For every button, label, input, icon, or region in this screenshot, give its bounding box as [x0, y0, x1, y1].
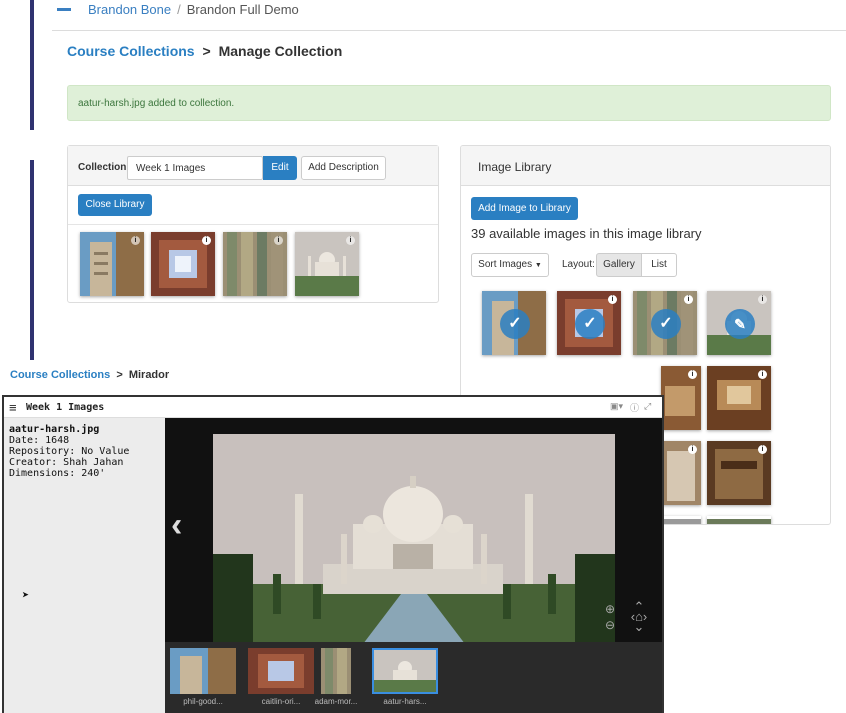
- sort-images-dropdown[interactable]: Sort Images ▼: [471, 253, 549, 277]
- breadcrumb-course-collections[interactable]: Course Collections: [67, 43, 195, 59]
- close-library-button[interactable]: Close Library: [78, 194, 152, 216]
- info-icon[interactable]: i: [758, 370, 767, 379]
- metadata-creator: Creator: Shah Jahan: [9, 457, 124, 468]
- strip-thumb-column[interactable]: [170, 648, 236, 694]
- partial-image: [707, 519, 771, 524]
- metadata-panel: aatur-harsh.jpg Date: 1648 Repository: N…: [4, 418, 165, 713]
- breadcrumb-separator: /: [177, 2, 181, 17]
- mirador-breadcrumb: Course Collections > Mirador: [10, 369, 169, 381]
- collection-panel: Collection Week 1 Images Edit Add Descri…: [67, 145, 439, 303]
- strip-thumb-taj-mahal-selected[interactable]: [372, 648, 438, 694]
- info-icon[interactable]: i: [608, 295, 617, 304]
- partial-image: [661, 519, 701, 524]
- taj-mahal-image: [374, 650, 436, 692]
- divider: [52, 30, 846, 31]
- checkmark-icon: ✓: [500, 309, 530, 339]
- breadcrumb-current: Manage Collection: [218, 43, 343, 59]
- strip-thumb-building[interactable]: [321, 648, 351, 694]
- library-thumb-hall[interactable]: i: [661, 366, 701, 430]
- top-breadcrumb-second: Brandon Full Demo: [186, 2, 299, 17]
- library-thumb-building[interactable]: i ✓: [633, 291, 697, 355]
- library-thumb-temple-b[interactable]: i: [707, 441, 771, 505]
- courtyard-image: [248, 648, 314, 694]
- left-nav-bar: [30, 0, 34, 130]
- info-icon[interactable]: i: [758, 295, 767, 304]
- info-icon[interactable]: i: [688, 445, 697, 454]
- info-icon[interactable]: i: [758, 445, 767, 454]
- strip-label: aatur-hars...: [383, 697, 427, 706]
- library-thumb-partial[interactable]: [707, 516, 771, 524]
- metadata-dimensions: Dimensions: 240': [9, 468, 106, 479]
- zoom-out-icon[interactable]: ⊖: [605, 618, 615, 632]
- mirador-viewer-window: ≡ Week 1 Images ▣▾ ⓘ ⤢ aatur-harsh.jpg D…: [2, 395, 664, 713]
- success-alert: aatur-harsh.jpg added to collection.: [67, 85, 831, 121]
- collection-thumb-taj-mahal[interactable]: i: [295, 232, 359, 296]
- top-breadcrumb: Brandon Bone / Brandon Full Demo: [88, 2, 299, 17]
- pan-arrows-icon[interactable]: ⌃ ‹⌂› ⌄: [625, 600, 653, 633]
- sort-images-label: Sort Images: [478, 259, 533, 270]
- window-title: Week 1 Images: [26, 402, 105, 413]
- layout-label: Layout:: [562, 259, 595, 270]
- hamburger-icon[interactable]: [57, 8, 71, 11]
- checkmark-icon: ✓: [651, 309, 681, 339]
- collection-thumb-column[interactable]: i: [80, 232, 144, 296]
- info-icon[interactable]: i: [688, 370, 697, 379]
- image-viewer[interactable]: ‹ ⊕ ⊖ ⌃ ‹⌂› ⌄ phil-good... caitlin-ori... …: [165, 418, 662, 713]
- left-nav-bar-lower: [30, 160, 34, 360]
- breadcrumb-course-collections[interactable]: Course Collections: [10, 369, 110, 381]
- metadata-date: Date: 1648: [9, 435, 70, 446]
- edit-button[interactable]: Edit: [263, 156, 297, 180]
- available-images-count: 39 available images in this image librar…: [471, 226, 702, 241]
- info-icon[interactable]: i: [274, 236, 283, 245]
- breadcrumb-separator: >: [202, 43, 211, 59]
- mouse-cursor-icon: ➤: [22, 588, 30, 602]
- strip-thumb-courtyard[interactable]: [248, 648, 314, 694]
- checkmark-icon: ✓: [575, 309, 605, 339]
- breadcrumb-current: Mirador: [128, 369, 170, 381]
- info-icon[interactable]: i: [202, 236, 211, 245]
- layout-list-button[interactable]: List: [641, 253, 677, 277]
- image-icon[interactable]: ▣▾: [610, 401, 623, 412]
- library-thumb-corridor[interactable]: i: [707, 366, 771, 430]
- metadata-filename: aatur-harsh.jpg: [9, 424, 100, 435]
- main-image-taj-mahal: [213, 434, 615, 644]
- collection-label: Collection: [78, 162, 127, 173]
- column-image: [170, 648, 236, 694]
- top-breadcrumb-first[interactable]: Brandon Bone: [88, 2, 171, 17]
- library-thumb-courtyard[interactable]: i ✓: [557, 291, 621, 355]
- breadcrumb-separator: >: [116, 369, 123, 381]
- metadata-repository: Repository: No Value: [9, 446, 130, 457]
- add-description-button[interactable]: Add Description: [301, 156, 386, 180]
- collection-name-input[interactable]: Week 1 Images: [127, 156, 263, 180]
- chevron-left-icon[interactable]: ‹: [171, 506, 182, 545]
- info-icon[interactable]: i: [346, 236, 355, 245]
- mirador-window-header: ≡ Week 1 Images ▣▾ ⓘ ⤢: [4, 397, 662, 418]
- library-thumb-taj-mahal[interactable]: i ✎: [707, 291, 771, 355]
- library-thumb-partial[interactable]: [661, 516, 701, 524]
- library-thumb-temple-a[interactable]: i: [661, 441, 701, 505]
- add-image-to-library-button[interactable]: Add Image to Library: [471, 197, 578, 220]
- collection-thumb-courtyard[interactable]: i: [151, 232, 215, 296]
- hand-cursor-icon: ✎: [725, 309, 755, 339]
- info-icon[interactable]: ⓘ: [630, 401, 639, 414]
- info-icon[interactable]: i: [684, 295, 693, 304]
- layout-gallery-button[interactable]: Gallery: [596, 253, 642, 277]
- image-library-title: Image Library: [478, 160, 552, 174]
- library-thumb-column[interactable]: ✓: [482, 291, 546, 355]
- hamburger-icon[interactable]: ≡: [9, 400, 17, 415]
- page-title: Course Collections > Manage Collection: [67, 43, 342, 59]
- divider: [68, 224, 438, 225]
- expand-icon[interactable]: ⤢: [644, 401, 651, 412]
- caret-down-icon: ▼: [534, 262, 542, 269]
- zoom-in-icon[interactable]: ⊕: [605, 602, 615, 616]
- building-image: [321, 648, 351, 694]
- strip-label: phil-good...: [183, 697, 223, 706]
- info-icon[interactable]: i: [131, 236, 140, 245]
- collection-thumb-building[interactable]: i: [223, 232, 287, 296]
- strip-label: adam-mor...: [314, 697, 358, 706]
